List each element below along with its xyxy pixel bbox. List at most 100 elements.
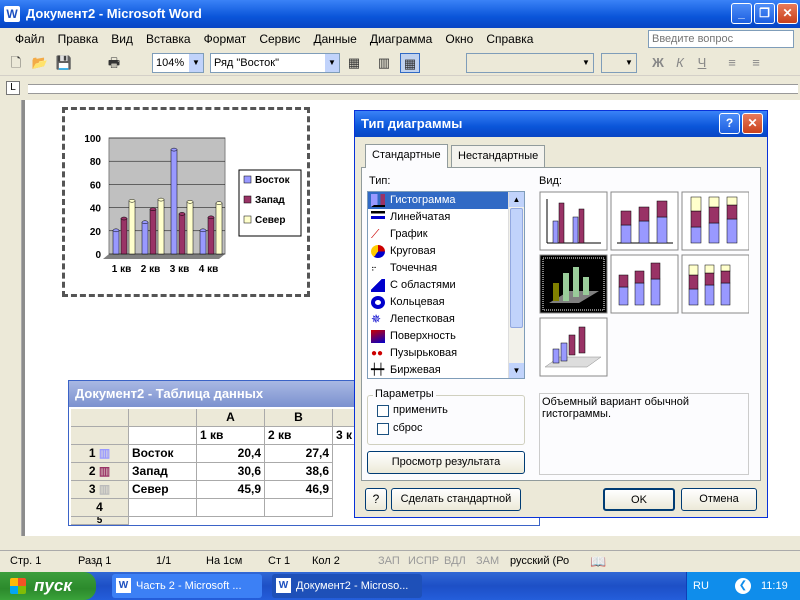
new-document-icon[interactable]: 🗋 [6,53,26,73]
make-default-button[interactable]: Сделать стандартной [391,488,521,511]
list-item[interactable]: Гистограмма [368,192,524,209]
list-item[interactable]: ✵ Лепестковая [368,311,524,328]
list-item[interactable]: ⠖ Точечная [368,260,524,277]
data-cell[interactable]: 46,9 [265,481,333,499]
tab-selector-icon[interactable]: L [6,81,20,95]
subtype-clustered[interactable] [539,191,608,251]
menu-tools[interactable]: Сервис [254,28,305,50]
start-button[interactable]: пуск [0,572,96,600]
preview-result-button[interactable]: Просмотр результата [367,451,525,474]
menu-window[interactable]: Окно [440,28,478,50]
row-label[interactable]: Север [129,481,197,499]
dialog-close-button[interactable]: ✕ [742,113,763,134]
reset-checkbox[interactable] [377,423,389,435]
subtype-3d-100-stacked[interactable] [681,254,750,314]
scroll-thumb[interactable] [510,208,523,328]
ok-button[interactable]: OK [603,488,675,511]
arrow-icon[interactable]: ❮ [735,578,751,594]
cancel-button[interactable]: Отмена [681,488,757,511]
list-item[interactable]: Кольцевая [368,294,524,311]
maximize-button[interactable]: ❐ [754,3,775,24]
format-series-icon[interactable]: ▦ [344,53,364,73]
menu-chart[interactable]: Диаграмма [365,28,437,50]
list-item[interactable]: ┿┿ Биржевая [368,362,524,379]
category-header[interactable]: 2 кв [265,427,333,445]
language-indicator[interactable]: RU [693,572,709,600]
subtype-stacked[interactable] [610,191,679,251]
row-label[interactable] [129,499,197,517]
embedded-chart[interactable]: 0 20 40 60 80 100 1 кв 2 кв 3 кв 4 кв Восток Запад С… [62,107,310,297]
status-extend[interactable]: ВДЛ [444,551,466,572]
status-record[interactable]: ЗАП [378,551,400,572]
align-left-icon[interactable]: ≡ [722,53,742,73]
menu-data[interactable]: Данные [309,28,362,50]
font-size-select[interactable]: ▼ [601,53,637,73]
data-cell[interactable] [265,499,333,517]
chart-type-icon[interactable]: ▥ [374,53,394,73]
subtype-3d-column[interactable] [539,317,608,377]
menu-edit[interactable]: Правка [53,28,104,50]
tab-custom[interactable]: Нестандартные [451,145,546,167]
list-scrollbar[interactable]: ▲ ▼ [508,192,524,378]
data-cell[interactable]: 20,4 [197,445,265,463]
print-icon[interactable]: 🖶 [104,53,124,73]
data-cell[interactable]: 27,4 [265,445,333,463]
apply-checkbox[interactable] [377,405,389,417]
subtype-100-stacked[interactable] [681,191,750,251]
zoom-select[interactable]: 104% ▼ [152,53,204,73]
taskbar-item-part2[interactable]: W Часть 2 - Microsoft ... [112,574,262,598]
bold-icon[interactable]: Ж [648,53,668,73]
chart-object-select[interactable]: Ряд "Восток" ▼ [210,53,340,73]
table-row[interactable]: 2 ▥ [71,463,129,481]
scroll-down-icon[interactable]: ▼ [509,363,524,378]
help-search-input[interactable] [648,30,794,48]
save-icon[interactable]: 💾 [54,53,74,73]
data-cell[interactable]: 45,9 [197,481,265,499]
list-item[interactable]: С областями [368,277,524,294]
row-label[interactable]: Запад [129,463,197,481]
chart-type-list[interactable]: Гистограмма Линейчатая ⟋ График Круговая … [367,191,525,379]
category-header[interactable]: 1 кв [197,427,265,445]
list-item[interactable]: ●● Пузырьковая [368,345,524,362]
spelling-status-icon[interactable]: 📖 [590,551,606,572]
list-item[interactable]: Линейчатая [368,209,524,226]
font-name-select[interactable]: ▼ [466,53,594,73]
status-track[interactable]: ИСПР [408,551,439,572]
underline-icon[interactable]: Ч [692,53,712,73]
table-row[interactable]: 1 ▥ [71,445,129,463]
menu-view[interactable]: Вид [106,28,138,50]
close-button[interactable]: ✕ [777,3,798,24]
list-item[interactable]: ⟋ График [368,226,524,243]
list-item[interactable]: Круговая [368,243,524,260]
menu-insert[interactable]: Вставка [141,28,196,50]
scroll-up-icon[interactable]: ▲ [509,192,524,207]
menu-format[interactable]: Формат [199,28,252,50]
align-center-icon[interactable]: ≡ [746,53,766,73]
taskbar-item-document2[interactable]: W Документ2 - Microso... [272,574,422,598]
select-all-corner[interactable] [71,409,129,427]
table-row[interactable]: 4 [71,499,129,517]
italic-icon[interactable]: К [670,53,690,73]
menu-file[interactable]: Файл [10,28,50,50]
corner-cell[interactable] [129,427,197,445]
status-overtype[interactable]: ЗАМ [476,551,499,572]
list-item[interactable]: Поверхность [368,328,524,345]
subtype-3d-clustered-selected[interactable] [539,254,608,314]
data-cell[interactable]: 38,6 [265,463,333,481]
datasheet-icon[interactable]: ▦ [400,53,420,73]
open-folder-icon[interactable]: 📂 [30,53,50,73]
table-row[interactable]: 5 [71,517,129,525]
minimize-button[interactable]: _ [731,3,752,24]
row-label[interactable]: Восток [129,445,197,463]
column-header-a[interactable]: A [197,409,265,427]
data-cell[interactable] [197,499,265,517]
help-button[interactable]: ? [719,113,740,134]
data-cell[interactable]: 30,6 [197,463,265,481]
office-assistant-button[interactable]: ? [365,488,387,511]
list-item-label: Биржевая [390,364,441,376]
table-row[interactable]: 3 ▥ [71,481,129,499]
column-header-b[interactable]: B [265,409,333,427]
tab-standard[interactable]: Стандартные [365,144,448,168]
subtype-3d-stacked[interactable] [610,254,679,314]
menu-help[interactable]: Справка [481,28,538,50]
